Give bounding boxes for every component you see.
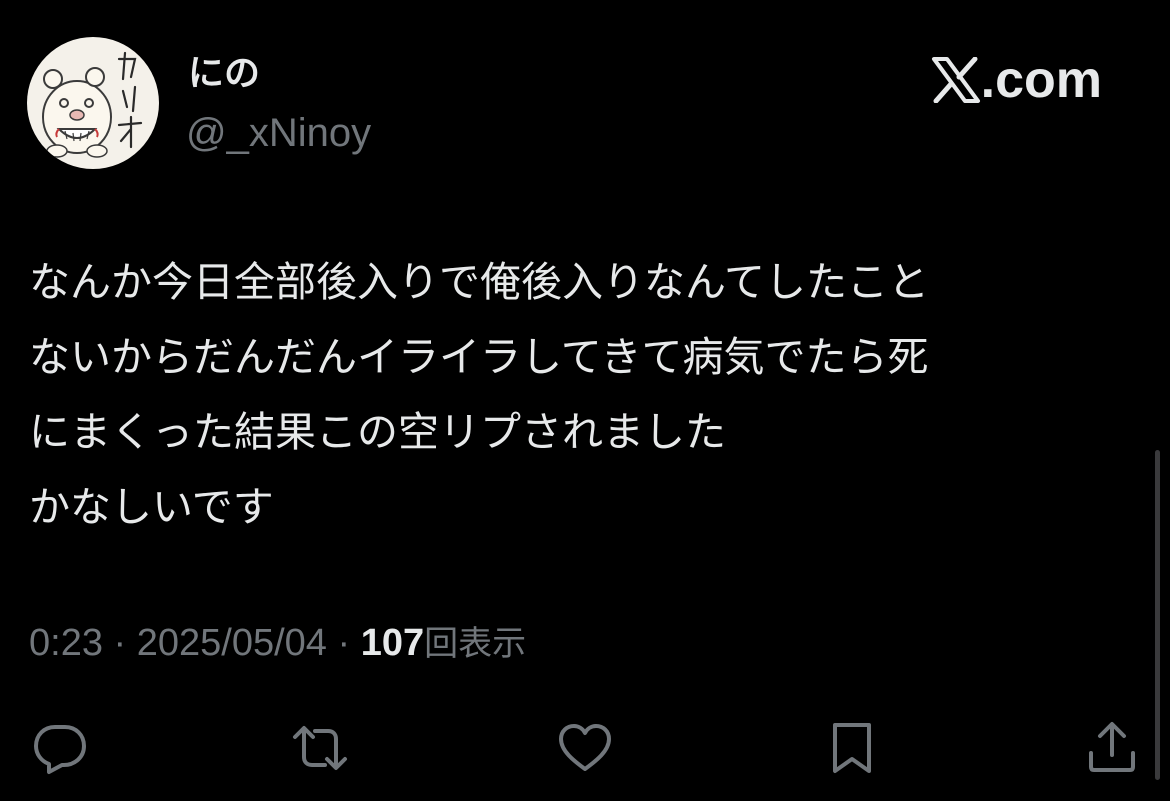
speech-bubble-icon bbox=[34, 725, 86, 774]
tweet-line: なんか今日全部後入りで俺後入りなんてしたこと bbox=[29, 258, 929, 306]
like-button[interactable] bbox=[553, 716, 617, 780]
tweet-line: ないからだんだんイライラしてきて病気でたら死 bbox=[29, 333, 929, 381]
view-count-label: 回表示 bbox=[424, 624, 527, 664]
author-handle[interactable]: @_xNinoy bbox=[186, 110, 371, 156]
tweet-action-bar bbox=[0, 708, 1170, 788]
tweet-time[interactable]: 0:23 bbox=[29, 622, 103, 664]
bookmark-button[interactable] bbox=[820, 716, 884, 780]
tweet-date[interactable]: 2025/05/04 bbox=[137, 622, 327, 664]
avatar-drawing bbox=[42, 51, 143, 158]
x-logo-icon bbox=[931, 57, 980, 103]
bookmark-icon bbox=[833, 723, 871, 773]
meta-separator: · bbox=[102, 622, 137, 664]
author-display-name[interactable]: にの bbox=[188, 52, 260, 96]
share-button[interactable] bbox=[1080, 716, 1144, 780]
view-count: 107 bbox=[360, 622, 425, 664]
tweet-line: にまくった結果この空リプされました bbox=[29, 408, 726, 456]
repost-arrows-icon bbox=[293, 726, 347, 770]
tweet-body: なんか今日全部後入りで俺後入りなんてしたこと ないからだんだんイライラしてきて病… bbox=[29, 245, 1109, 545]
x-com-watermark: .com bbox=[931, 52, 1102, 108]
reply-button[interactable] bbox=[28, 716, 92, 780]
heart-icon bbox=[559, 724, 611, 771]
brand-domain-label: .com bbox=[980, 51, 1102, 109]
tweet-line: かなしいです bbox=[29, 483, 274, 531]
scrollbar[interactable] bbox=[1155, 450, 1160, 780]
avatar[interactable] bbox=[27, 37, 159, 169]
repost-button[interactable] bbox=[288, 716, 352, 780]
meta-separator: · bbox=[326, 622, 361, 664]
share-upload-icon bbox=[1089, 722, 1135, 772]
tweet-meta: 0:23 · 2025/05/04 · 107回表示 bbox=[29, 618, 526, 669]
